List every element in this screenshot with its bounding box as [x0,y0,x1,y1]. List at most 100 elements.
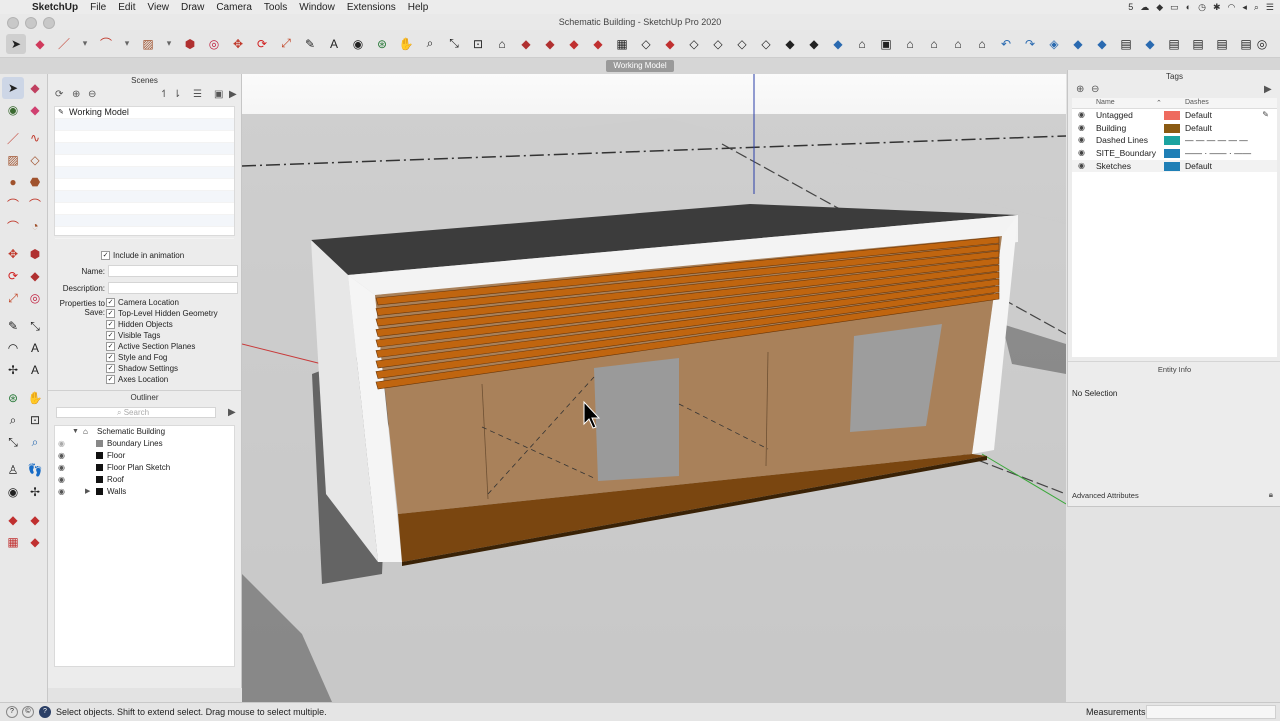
dropdown-icon[interactable]: ▾ [78,34,92,54]
axes-tool-icon[interactable]: ✢ [2,359,24,381]
extension-4-icon[interactable]: ◆ [588,34,608,54]
tag-row-site-boundary[interactable]: ◉ SITE_Boundary —— · —— · —— [1072,147,1277,160]
checkbox[interactable]: ✓ [106,320,115,330]
property-shadow-settings[interactable]: ✓ Shadow Settings [106,364,218,375]
paint-bucket-icon[interactable]: ◉ [2,99,24,121]
menu-camera[interactable]: Camera [210,2,258,13]
outliner-item[interactable]: ◉ Boundary Lines [55,438,234,450]
screen-icon[interactable]: ▭ [1170,2,1179,13]
make-component-icon[interactable]: ◆ [24,77,46,99]
property-hidden-objects[interactable]: ✓ Hidden Objects [106,320,218,331]
freehand-tool-icon[interactable]: ∿ [24,127,46,149]
tag-color-swatch[interactable] [1164,111,1180,120]
orbit-tool-icon[interactable]: ⊛ [372,34,392,54]
tool-extra-6-icon[interactable]: ▤ [1188,34,1208,54]
volume-icon[interactable]: ◐ [1186,2,1191,12]
property-style-fog[interactable]: ✓ Style and Fog [106,353,218,364]
backedges-style-icon[interactable]: ◇ [708,34,728,54]
scene-item[interactable]: ✎ Working Model [55,107,234,119]
tool-extra-2-icon[interactable]: ◆ [1092,34,1112,54]
move-down-icon[interactable]: ⇂ [173,89,181,100]
lock-icon[interactable]: 🔒︎ [1269,490,1273,500]
tool-extra-4-icon[interactable]: ◆ [1140,34,1160,54]
text-tool-icon[interactable]: A [324,34,344,54]
eye-icon[interactable]: ◉ [1078,109,1085,122]
zoom-tool-icon[interactable]: ⌕ [2,409,24,431]
checkbox[interactable]: ✓ [106,342,115,352]
select-tool-icon[interactable]: ➤ [2,77,24,99]
zoom-tool-icon[interactable]: ⌕ [420,34,440,54]
warehouse-icon[interactable]: ⌂ [492,34,512,54]
advanced-attributes[interactable]: Advanced Attributes [1072,491,1139,500]
pie-tool-icon[interactable]: ◔ [24,215,46,237]
eraser-tool-icon[interactable]: ◆ [30,34,50,54]
model-canvas[interactable] [242,74,1066,702]
protractor-icon[interactable]: ◠ [2,337,24,359]
push-pull-tool-icon[interactable]: ⬢ [24,243,46,265]
remove-tag-icon[interactable]: ⊖ [1091,84,1099,95]
tool-extra-5-icon[interactable]: ▤ [1164,34,1184,54]
property-visible-tags[interactable]: ✓ Visible Tags [106,331,218,342]
eye-icon[interactable]: ◉ [58,462,65,474]
arc-tool-icon[interactable]: ⌒ [2,193,24,215]
menu-edit[interactable]: Edit [112,2,141,13]
checkbox[interactable]: ✓ [106,364,115,374]
two-point-arc-icon[interactable]: ⌒ [24,193,46,215]
section-plane-icon[interactable]: ✢ [24,481,46,503]
add-scene-icon[interactable]: ⊕ [72,89,80,100]
rotated-rectangle-icon[interactable]: ◇ [24,149,46,171]
menu-app[interactable]: SketchUp [26,2,84,13]
tool-extra-1-icon[interactable]: ◆ [1068,34,1088,54]
tag-dashes[interactable]: Default [1185,160,1212,173]
previous-view-icon[interactable]: ⌕ [24,431,46,453]
dropdown-icon[interactable]: ▾ [162,34,176,54]
zoom-extents-icon[interactable]: ⤡ [2,431,24,453]
column-name-header[interactable]: Name [1096,99,1115,106]
paint-bucket-icon[interactable]: ◉ [348,34,368,54]
follow-me-icon[interactable]: ◆ [24,265,46,287]
details-arrow-icon[interactable]: ▶ [229,89,237,100]
dimension-tool-icon[interactable]: ⤡ [24,315,46,337]
outliner-item[interactable]: ◉ ▶ Walls [55,486,234,498]
checkbox[interactable]: ✓ [106,298,115,308]
modeling-viewport[interactable] [242,74,1066,702]
monochrome-style-icon[interactable]: ◆ [828,34,848,54]
right-view-icon[interactable]: ⌂ [924,34,944,54]
speaker-icon[interactable]: ◂ [1242,2,1247,13]
select-tool-icon[interactable]: ➤ [6,33,26,54]
warehouse-icon[interactable]: ◆ [2,509,24,531]
rotate-tool-icon[interactable]: ⟳ [2,265,24,287]
shaded-style-icon[interactable]: ◆ [780,34,800,54]
extension-5-icon[interactable]: ▦ [612,34,632,54]
scale-tool-icon[interactable]: ⤢ [2,287,24,309]
extension-2-icon[interactable]: ◆ [540,34,560,54]
layout-icon[interactable]: ◆ [24,531,46,553]
menu-file[interactable]: File [84,2,112,13]
include-animation-checkbox[interactable]: ✓ [101,251,110,261]
offset-tool-icon[interactable]: ◎ [204,34,224,54]
rectangle-tool-icon[interactable]: ▨ [2,149,24,171]
list-view-icon[interactable]: ☰ [193,89,202,100]
textured-style-icon[interactable]: ◆ [804,34,824,54]
look-around-icon[interactable]: ◉ [2,481,24,503]
checkbox[interactable]: ✓ [106,353,115,363]
tag-color-swatch[interactable] [1164,123,1180,133]
property-section-planes[interactable]: ✓ Active Section Planes [106,342,218,353]
move-tool-icon[interactable]: ✥ [2,243,24,265]
undo-icon[interactable]: ↶ [996,34,1016,54]
left-view-icon[interactable]: ⌂ [972,34,992,54]
push-pull-tool-icon[interactable]: ⬢ [180,34,200,54]
add-tag-icon[interactable]: ⊕ [1076,84,1084,95]
iso-view-icon[interactable]: ⌂ [852,34,872,54]
eye-icon[interactable]: ◉ [1078,147,1085,160]
sort-arrow-icon[interactable]: ⌃ [1156,99,1162,107]
property-camera-location[interactable]: ✓ Camera Location [106,298,218,309]
details-arrow-icon[interactable]: ▶ [1264,84,1272,95]
section-plane-icon[interactable]: ◈ [1044,34,1064,54]
top-view-icon[interactable]: ▣ [876,34,896,54]
tag-color-swatch[interactable] [1164,161,1180,171]
outliner-details-arrow-icon[interactable]: ▶ [228,407,236,418]
menu-tools[interactable]: Tools [258,2,293,13]
move-tool-icon[interactable]: ✥ [228,34,248,54]
dropbox-icon[interactable]: ◆ [1156,2,1163,13]
